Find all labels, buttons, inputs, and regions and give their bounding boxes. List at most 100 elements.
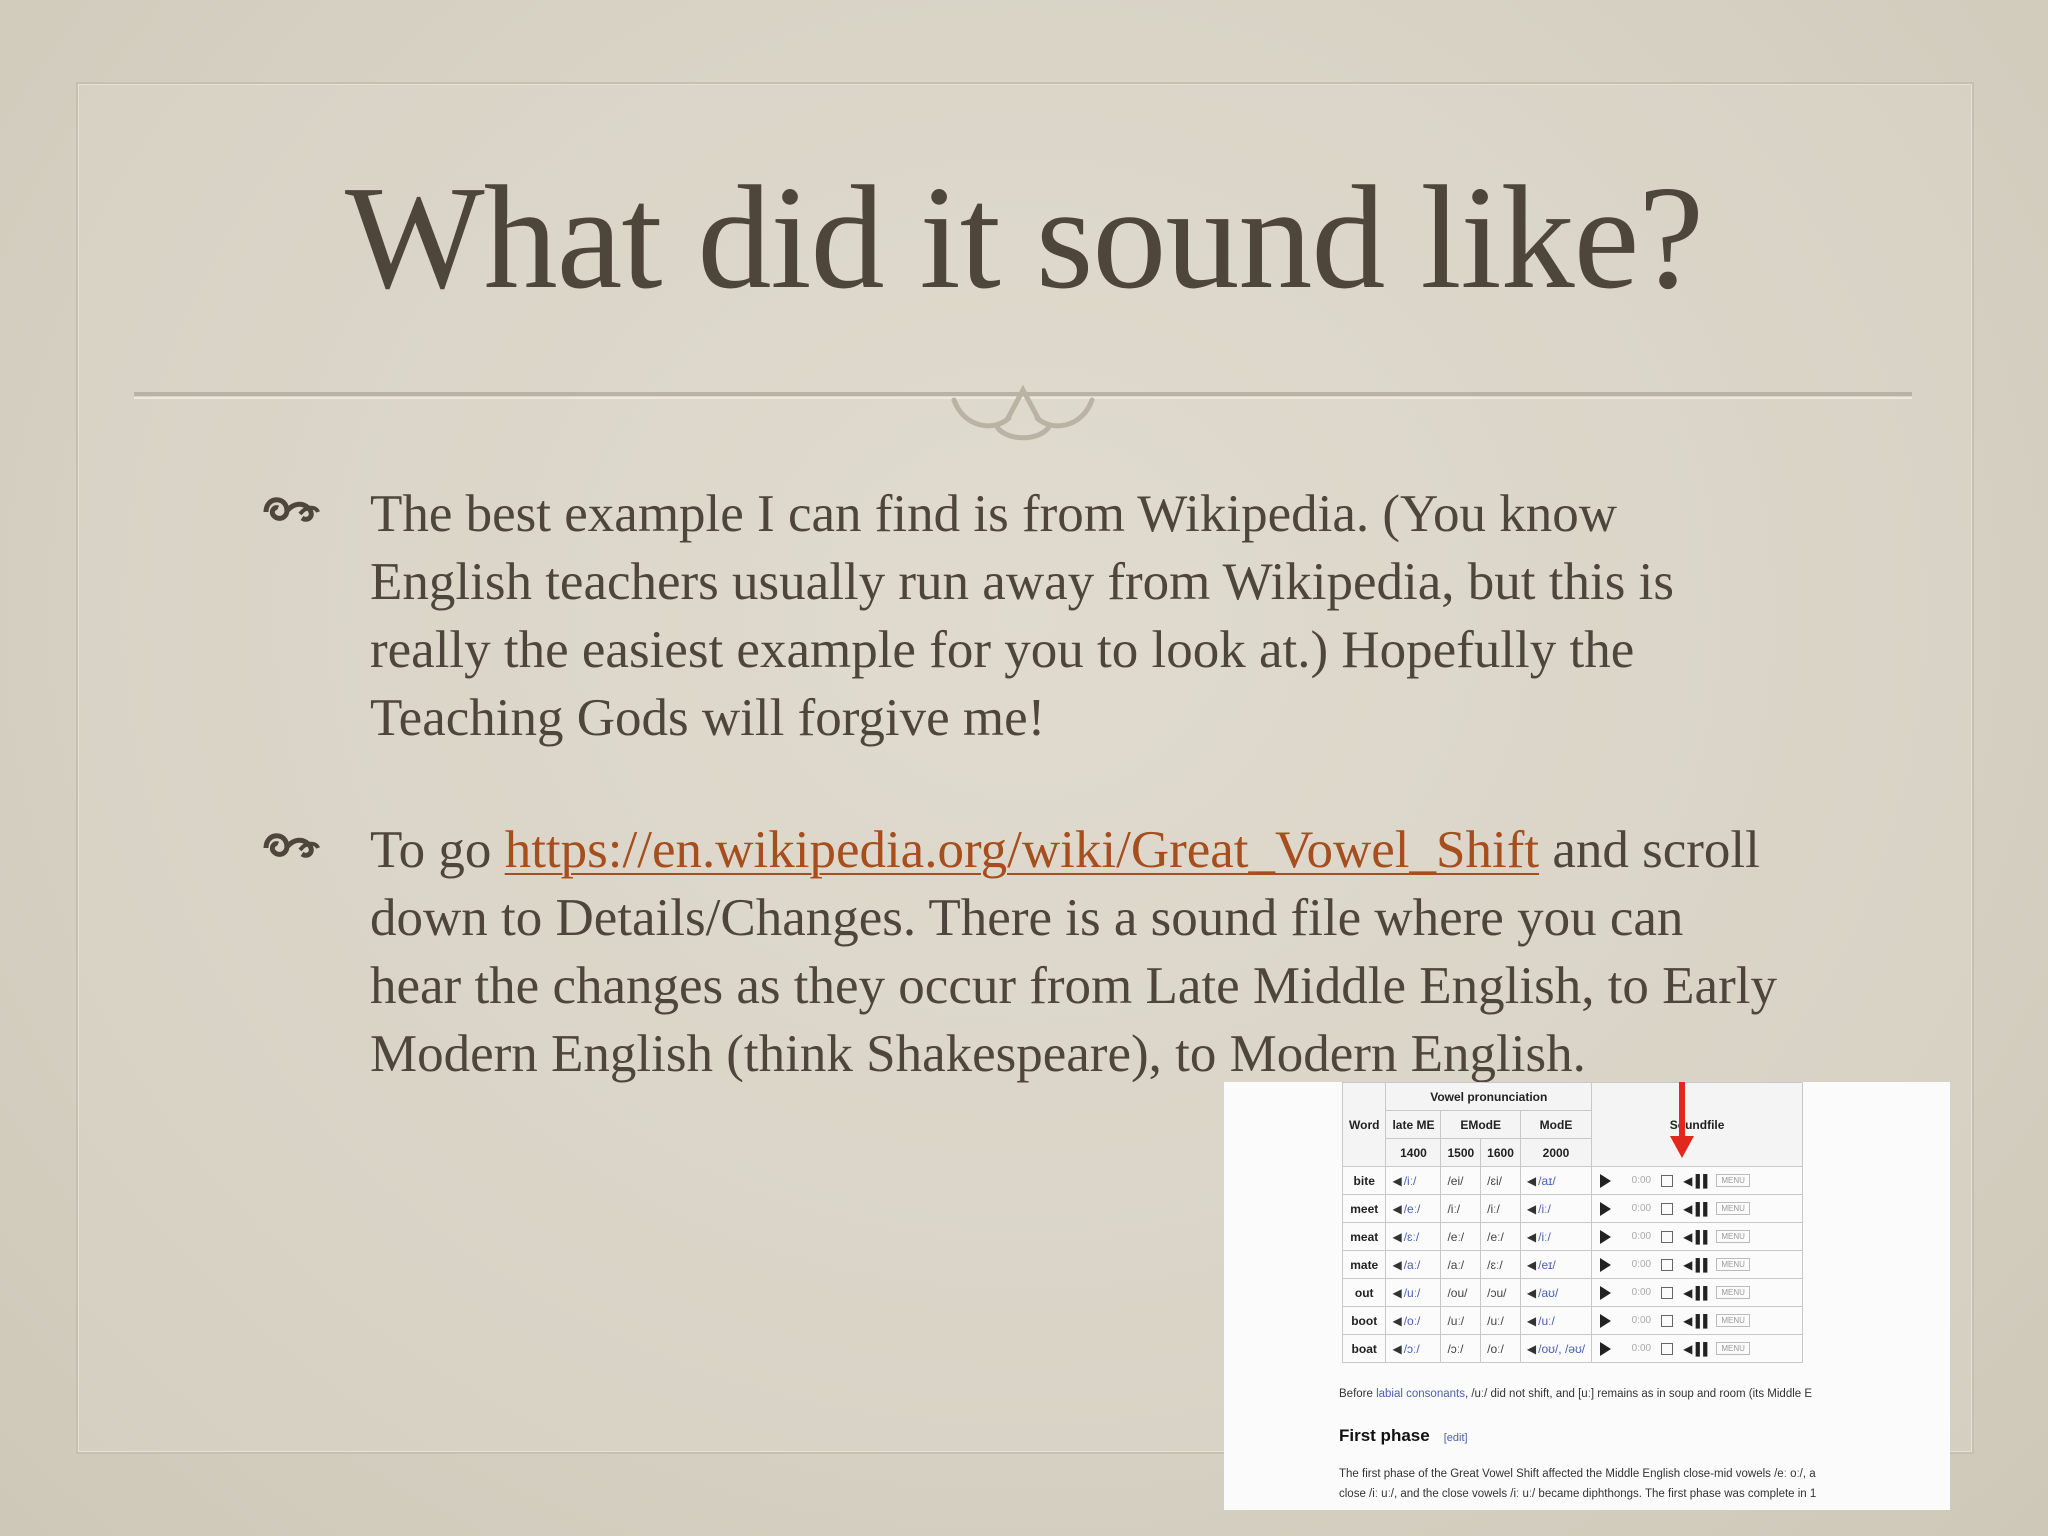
player-time: 0:00 [1631,1175,1652,1186]
header-word: Word [1341,1082,1387,1167]
soundfile-player: 0:00 ◀▐▐ MENU [1591,1194,1804,1223]
ipa-emode-1600[interactable]: /eː/ [1480,1222,1521,1251]
play-icon[interactable] [1600,1257,1612,1272]
speaker-icon[interactable]: ◀ [1527,1342,1536,1356]
ipa-emode-1600[interactable]: /ɔu/ [1480,1278,1521,1307]
table-row: meet ◀/eː//iː//iː/◀/iː/0:00 ◀▐▐ MENU [1341,1194,1804,1223]
word: meet [1341,1194,1387,1223]
fullscreen-icon[interactable] [1661,1174,1674,1187]
ipa-emode-1600[interactable]: /uː/ [1480,1306,1521,1335]
ipa-emode-1500[interactable]: /uː/ [1440,1306,1482,1335]
volume-icon[interactable]: ◀▐▐ [1683,1342,1707,1356]
ipa-emode-1500[interactable]: /iː/ [1440,1194,1482,1223]
player-menu-button[interactable]: MENU [1716,1230,1750,1243]
ipa-late-me[interactable]: ◀/uː/ [1385,1278,1442,1307]
ipa-emode-1500[interactable]: /ɔː/ [1440,1334,1482,1363]
ipa-mode[interactable]: ◀/aʊ/ [1519,1278,1593,1307]
ipa-mode[interactable]: ◀/aɪ/ [1519,1166,1593,1195]
speaker-icon[interactable]: ◀ [1392,1314,1401,1328]
ipa-late-me[interactable]: ◀/eː/ [1385,1194,1442,1223]
audio-player: 0:00 ◀▐▐ MENU [1592,1195,1802,1222]
player-menu-button[interactable]: MENU [1716,1174,1750,1187]
ipa-emode-1500[interactable]: /ei/ [1440,1166,1482,1195]
play-icon[interactable] [1600,1285,1612,1300]
fullscreen-icon[interactable] [1661,1314,1674,1327]
ipa-mode[interactable]: ◀/eɪ/ [1519,1250,1593,1279]
player-menu-button[interactable]: MENU [1716,1314,1750,1327]
ipa-late-me[interactable]: ◀/aː/ [1385,1250,1442,1279]
ipa-late-me[interactable]: ◀/iː/ [1385,1166,1442,1195]
ipa-late-me[interactable]: ◀/oː/ [1385,1306,1442,1335]
player-menu-button[interactable]: MENU [1716,1258,1750,1271]
speaker-icon[interactable]: ◀ [1392,1286,1401,1300]
header-year: 2000 [1519,1138,1593,1167]
bullet-list: The best example I can find is from Wiki… [260,480,1780,1088]
player-menu-button[interactable]: MENU [1716,1342,1750,1355]
speaker-icon[interactable]: ◀ [1392,1174,1401,1188]
table-row: boat ◀/ɔː//ɔː//oː/◀/oʊ/, /əʊ/0:00 ◀▐▐ MENU [1341,1334,1804,1363]
wikipedia-link[interactable]: https://en.wikipedia.org/wiki/Great_Vowe… [505,821,1539,879]
ipa-mode[interactable]: ◀/iː/ [1519,1222,1593,1251]
audio-player: 0:00 ◀▐▐ MENU [1592,1307,1802,1334]
soundfile-player: 0:00 ◀▐▐ MENU [1591,1222,1804,1251]
fullscreen-icon[interactable] [1661,1202,1674,1215]
volume-icon[interactable]: ◀▐▐ [1683,1202,1707,1216]
table-row: out ◀/uː//ou//ɔu/◀/aʊ/0:00 ◀▐▐ MENU [1341,1278,1804,1307]
player-menu-button[interactable]: MENU [1716,1202,1750,1215]
ipa-emode-1500[interactable]: /eː/ [1440,1222,1482,1251]
bullet-item: To go https://en.wikipedia.org/wiki/Grea… [260,816,1780,1088]
audio-player: 0:00 ◀▐▐ MENU [1592,1251,1802,1278]
audio-player: 0:00 ◀▐▐ MENU [1592,1223,1802,1250]
speaker-icon[interactable]: ◀ [1392,1230,1401,1244]
play-icon[interactable] [1600,1313,1612,1328]
wiki-note: Before labial consonants, /uː/ did not s… [1339,1388,1813,1400]
soundfile-player: 0:00 ◀▐▐ MENU [1591,1250,1804,1279]
header-mode: ModE [1519,1110,1593,1139]
play-icon[interactable] [1600,1201,1612,1216]
ipa-emode-1500[interactable]: /ou/ [1440,1278,1482,1307]
play-icon[interactable] [1600,1341,1612,1356]
player-time: 0:00 [1631,1259,1652,1270]
player-menu-button[interactable]: MENU [1716,1286,1750,1299]
speaker-icon[interactable]: ◀ [1527,1202,1536,1216]
ipa-emode-1600[interactable]: /iː/ [1480,1194,1521,1223]
volume-icon[interactable]: ◀▐▐ [1683,1286,1707,1300]
fullscreen-icon[interactable] [1661,1286,1674,1299]
soundfile-player: 0:00 ◀▐▐ MENU [1591,1278,1804,1307]
play-icon[interactable] [1600,1173,1612,1188]
edit-link[interactable]: [edit] [1444,1432,1468,1444]
first-phase-paragraph: The first phase of the Great Vowel Shift… [1339,1468,1817,1500]
ipa-emode-1600[interactable]: /oː/ [1480,1334,1521,1363]
ipa-emode-1600[interactable]: /ɛi/ [1480,1166,1521,1195]
wikipedia-screenshot: Word Vowel pronunciation Soundfile late … [1224,1082,1950,1510]
ipa-emode-1500[interactable]: /aː/ [1440,1250,1482,1279]
audio-player: 0:00 ◀▐▐ MENU [1592,1279,1802,1306]
fullscreen-icon[interactable] [1661,1258,1674,1271]
volume-icon[interactable]: ◀▐▐ [1683,1314,1707,1328]
speaker-icon[interactable]: ◀ [1527,1258,1536,1272]
bullet-text-prefix: To go [370,821,505,879]
speaker-icon[interactable]: ◀ [1527,1286,1536,1300]
ipa-emode-1600[interactable]: /ɛː/ [1480,1250,1521,1279]
ipa-late-me[interactable]: ◀/ɔː/ [1385,1334,1442,1363]
volume-icon[interactable]: ◀▐▐ [1683,1174,1707,1188]
volume-icon[interactable]: ◀▐▐ [1683,1258,1707,1272]
header-late-me: late ME [1385,1110,1442,1139]
fullscreen-icon[interactable] [1661,1230,1674,1243]
labial-consonants-link[interactable]: labial consonants [1376,1388,1465,1400]
volume-icon[interactable]: ◀▐▐ [1683,1230,1707,1244]
soundfile-player: 0:00 ◀▐▐ MENU [1591,1334,1804,1363]
speaker-icon[interactable]: ◀ [1392,1202,1401,1216]
speaker-icon[interactable]: ◀ [1527,1314,1536,1328]
play-icon[interactable] [1600,1229,1612,1244]
speaker-icon[interactable]: ◀ [1527,1230,1536,1244]
speaker-icon[interactable]: ◀ [1392,1258,1401,1272]
speaker-icon[interactable]: ◀ [1527,1174,1536,1188]
ipa-mode[interactable]: ◀/oʊ/, /əʊ/ [1519,1334,1593,1363]
header-emode: EModE [1440,1110,1521,1139]
ipa-late-me[interactable]: ◀/ɛː/ [1385,1222,1442,1251]
speaker-icon[interactable]: ◀ [1392,1342,1401,1356]
ipa-mode[interactable]: ◀/iː/ [1519,1194,1593,1223]
fullscreen-icon[interactable] [1661,1342,1674,1355]
ipa-mode[interactable]: ◀/uː/ [1519,1306,1593,1335]
